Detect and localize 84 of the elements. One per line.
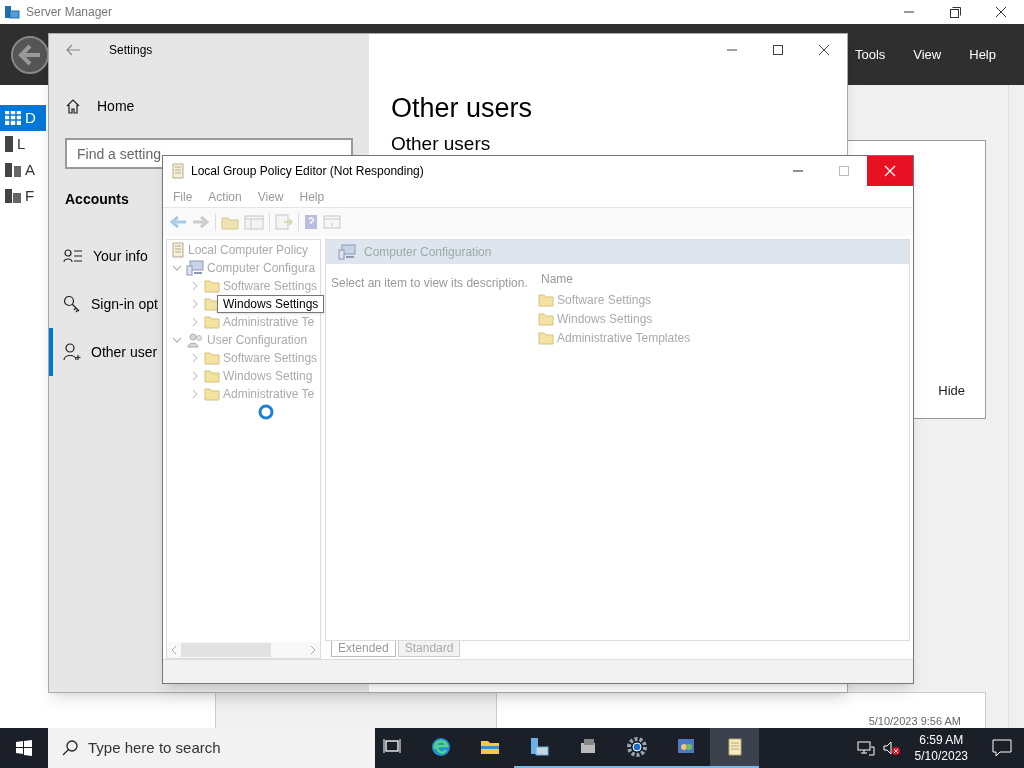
list-item[interactable]: Administrative Templates	[538, 328, 909, 347]
hide-button[interactable]: Hide	[938, 380, 965, 400]
folder-icon	[204, 279, 220, 293]
file-server-icon	[4, 188, 22, 204]
panel-icon[interactable]	[323, 214, 341, 230]
forward-icon[interactable]	[192, 215, 210, 229]
menu-item[interactable]: View	[257, 187, 284, 206]
taskbar-app-button[interactable]	[710, 728, 759, 768]
search-icon	[62, 740, 78, 756]
folder-icon	[204, 387, 220, 401]
section-heading: Accounts	[65, 190, 129, 209]
notification-icon[interactable]	[992, 739, 1012, 757]
grid-icon	[4, 110, 22, 126]
page-heading: Other users	[390, 92, 534, 125]
tab[interactable]: Standard	[397, 641, 461, 657]
section-heading: Other users	[390, 132, 492, 156]
browser-icon	[430, 737, 451, 757]
windows-logo-icon	[16, 740, 32, 756]
sidebar-item[interactable]: F	[0, 183, 46, 209]
menu-item[interactable]: Tools	[854, 44, 886, 65]
nav-item[interactable]: Your info	[49, 232, 162, 280]
tree-item[interactable]: Computer Configura	[207, 259, 316, 277]
busy-cursor-icon	[258, 404, 274, 420]
tree-item[interactable]: Local Computer Policy	[188, 241, 309, 259]
menu-item[interactable]: Action	[208, 187, 242, 206]
column-header: Name	[540, 271, 574, 288]
tree-item[interactable]: Software Settings	[223, 277, 318, 295]
menu-item[interactable]: Help	[299, 187, 325, 206]
key-icon	[63, 295, 81, 313]
list-item[interactable]: Software Settings	[538, 290, 909, 309]
console-tree-icon[interactable]	[244, 214, 264, 230]
sidebar-item[interactable]: A	[0, 157, 46, 183]
users-icon	[186, 332, 204, 348]
sidebar-item[interactable]: L	[0, 131, 46, 157]
computer-icon	[186, 260, 204, 276]
folder-icon	[538, 311, 554, 326]
sidebar-item[interactable]: D	[0, 105, 46, 131]
servers-icon	[4, 162, 22, 178]
folder-icon	[204, 369, 220, 383]
menu-item[interactable]: File	[173, 187, 193, 206]
search-field[interactable]: Type here to search	[88, 736, 368, 760]
tree-item[interactable]: User Configuration	[207, 331, 308, 349]
window-title: Settings	[109, 42, 153, 59]
folder-icon	[538, 330, 554, 345]
menu-item[interactable]: Help	[969, 44, 996, 65]
tree-item[interactable]: Software Settings	[223, 349, 318, 367]
folder-up-icon[interactable]	[221, 214, 239, 230]
export-list-icon[interactable]	[275, 214, 293, 230]
search-box[interactable]: Type here to search	[48, 728, 375, 768]
folder-icon	[204, 297, 220, 311]
server-manager-icon	[4, 5, 20, 19]
folder-icon	[204, 315, 220, 329]
close-icon[interactable]	[867, 156, 913, 186]
window-title: Server Manager	[26, 4, 113, 21]
scrollbar[interactable]	[167, 642, 320, 658]
server-icon	[4, 135, 14, 153]
clock[interactable]: 6:59 AM 5/10/2023	[908, 732, 974, 764]
list-item[interactable]: Windows Settings	[538, 309, 909, 328]
tooltip: Windows Settings	[217, 295, 325, 313]
computer-icon	[338, 244, 356, 260]
home-link[interactable]: Home	[49, 86, 369, 126]
back-arrow-icon[interactable]	[65, 44, 81, 56]
timestamp: 5/10/2023 9:56 AM	[868, 715, 961, 727]
server-icon	[528, 737, 549, 757]
description-text: Select an item to view its description.	[331, 276, 528, 290]
back-icon[interactable]	[10, 34, 50, 75]
volume-muted-icon	[882, 740, 901, 756]
person-add-icon	[63, 343, 81, 361]
help-icon[interactable]	[304, 214, 318, 230]
header-bar: Computer Configuration	[326, 240, 909, 264]
person-list-icon	[63, 248, 83, 264]
tab[interactable]: Extended	[331, 641, 396, 657]
folder-icon	[204, 351, 220, 365]
nav-item[interactable]: Sign-in opt	[49, 280, 162, 328]
scroll-icon	[171, 163, 185, 179]
network-icon	[856, 740, 875, 756]
tree-item[interactable]: Administrative Te	[223, 385, 315, 403]
scroll-icon	[171, 242, 185, 258]
home-icon	[65, 98, 81, 114]
folder-icon	[538, 292, 554, 307]
gear-icon	[626, 737, 647, 757]
menu-item[interactable]: View	[913, 44, 942, 65]
tree-item[interactable]: Administrative Te	[223, 313, 315, 331]
tree-item[interactable]: Windows Setting	[223, 367, 313, 385]
